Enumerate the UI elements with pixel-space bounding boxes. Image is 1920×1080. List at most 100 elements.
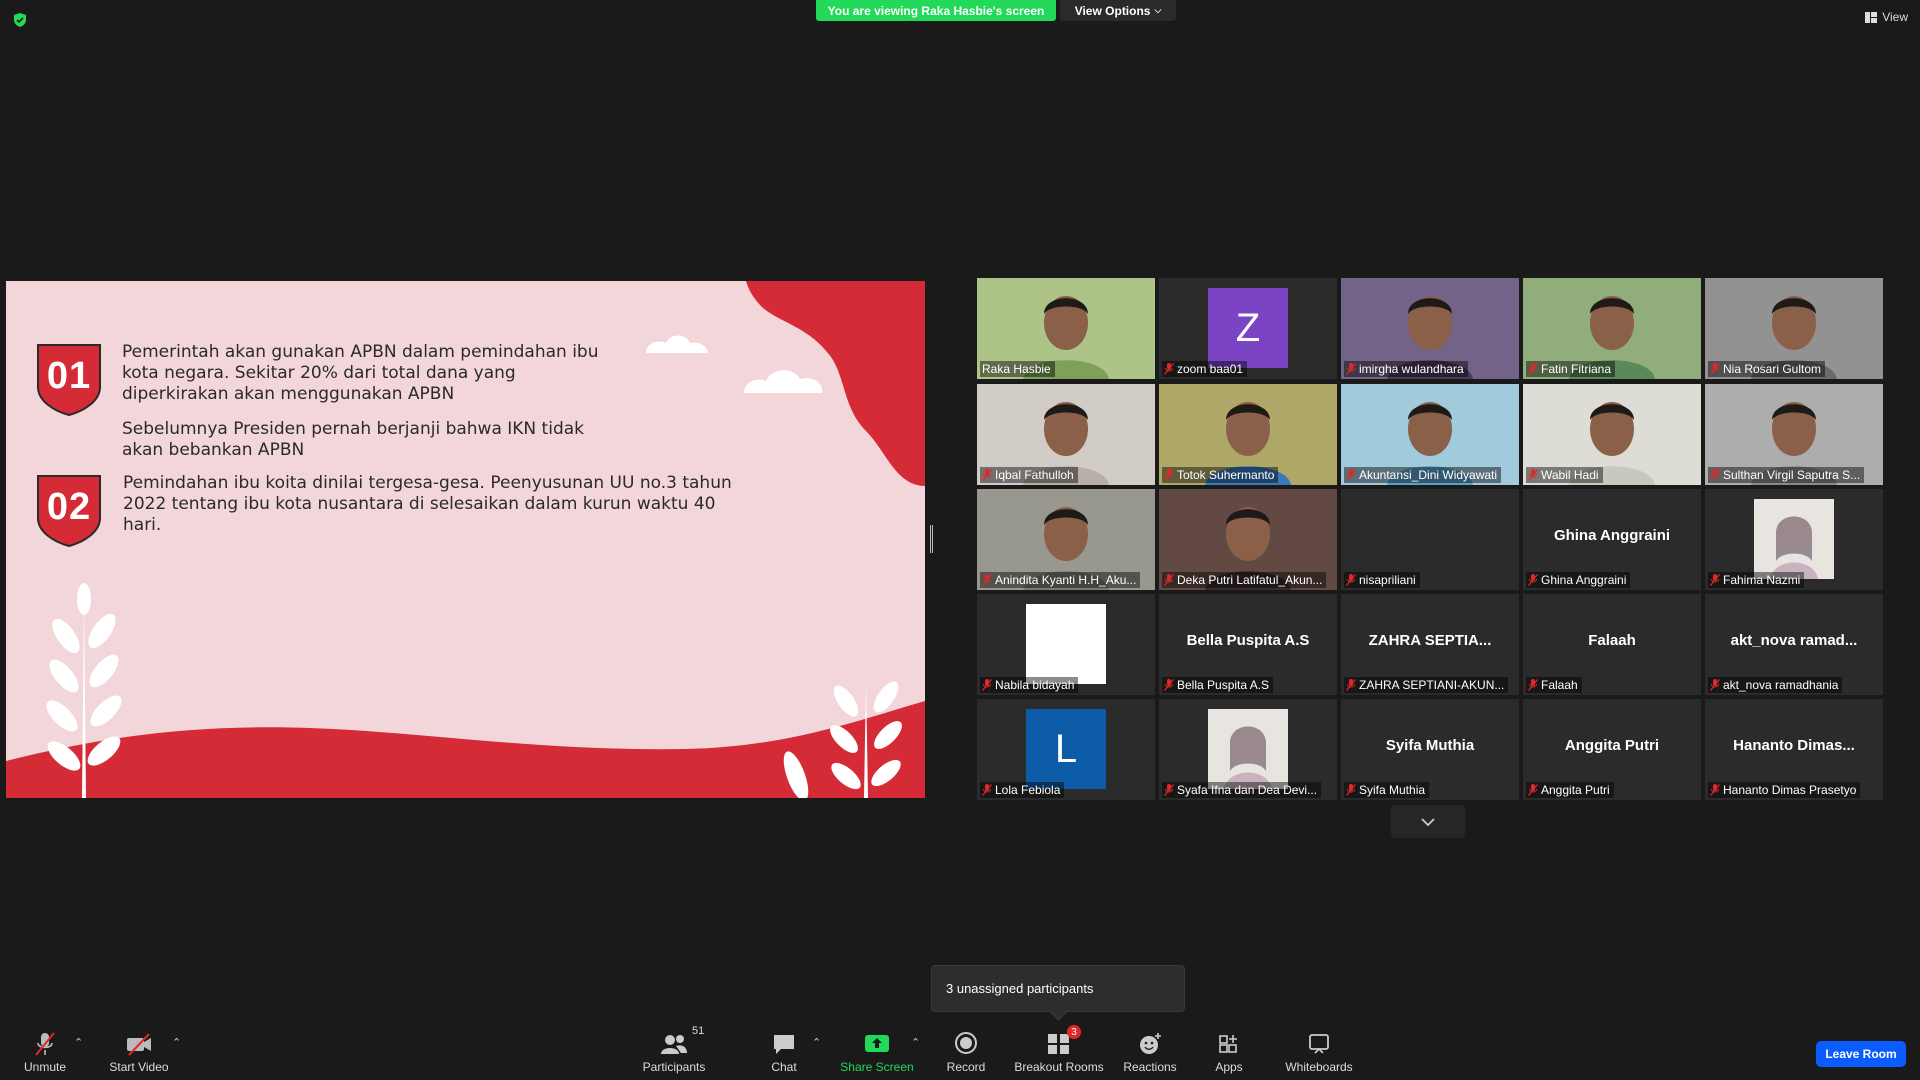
chat-bubble-icon <box>774 1035 794 1054</box>
participant-name-bar: nisapriliani <box>1344 572 1420 588</box>
participant-tile[interactable]: Wabil Hadi <box>1523 384 1701 485</box>
participant-tile[interactable]: nisapriliani <box>1341 489 1519 590</box>
participant-tile[interactable]: imirgha wulandhara <box>1341 278 1519 379</box>
share-screen-icon <box>865 1035 889 1052</box>
participant-tile[interactable]: ZAHRA SEPTIA... ZAHRA SEPTIANI-AKUN... <box>1341 594 1519 695</box>
participant-name: Sulthan Virgil Saputra S... <box>1723 468 1861 482</box>
participant-tile[interactable]: Sulthan Virgil Saputra S... <box>1705 384 1883 485</box>
view-options-label: View Options <box>1074 3 1151 18</box>
breakout-rooms-button[interactable]: 3 Breakout Rooms <box>1014 1024 1104 1080</box>
whiteboards-button[interactable]: Whiteboards <box>1282 1024 1356 1080</box>
apps-button[interactable]: Apps <box>1212 1024 1246 1080</box>
participant-tile[interactable]: Zzoom baa01 <box>1159 278 1337 379</box>
participant-name-bar: Sulthan Virgil Saputra S... <box>1708 467 1865 483</box>
participant-name-bar: Syafa Ifna dan Dea Devi... <box>1162 782 1322 798</box>
participant-tile[interactable]: Fatin Fitriana <box>1523 278 1701 379</box>
chat-label: Chat <box>771 1060 797 1074</box>
reactions-button[interactable]: Reactions <box>1122 1024 1178 1080</box>
chevron-down-icon: ⌵ <box>1154 5 1162 15</box>
muted-mic-icon <box>1710 679 1720 691</box>
participant-name-bar: akt_nova ramadhania <box>1708 677 1843 693</box>
participant-tile[interactable]: Nia Rosari Gultom <box>1705 278 1883 379</box>
reactions-label: Reactions <box>1123 1060 1177 1074</box>
participant-tile[interactable]: akt_nova ramad... akt_nova ramadhania <box>1705 594 1883 695</box>
participants-count: 51 <box>692 1025 705 1037</box>
participant-name: imirgha wulandhara <box>1359 362 1464 376</box>
participant-name-bar: Nabila bidayah <box>980 677 1079 693</box>
shared-screen-slide: 01 Pemerintah akan gunakan APBN dalam pe… <box>6 281 925 798</box>
view-options-dropdown[interactable]: View Options ⌵ <box>1060 0 1176 21</box>
apps-icon <box>1219 1035 1237 1053</box>
participant-name: Nia Rosari Gultom <box>1723 362 1822 376</box>
participant-name: Syifa Muthia <box>1359 783 1426 797</box>
share-options-caret-icon[interactable]: ⌃ <box>911 1036 920 1049</box>
participant-name: Fatin Fitriana <box>1541 362 1612 376</box>
participant-tile[interactable]: Nabila bidayah <box>977 594 1155 695</box>
muted-mic-icon <box>1710 574 1720 586</box>
unmute-label: Unmute <box>23 1060 67 1074</box>
slide-number-badge-02: 02 <box>36 472 102 548</box>
chat-button[interactable]: Chat <box>764 1024 804 1080</box>
breakout-rooms-icon-wrap: 3 <box>1045 1025 1081 1057</box>
participant-tile[interactable]: Falaah Falaah <box>1523 594 1701 695</box>
badge-number: 02 <box>46 486 92 528</box>
share-screen-label: Share Screen <box>840 1060 914 1074</box>
participant-tile[interactable]: Bella Puspita A.S Bella Puspita A.S <box>1159 594 1337 695</box>
participant-name-bar: Falaah <box>1526 677 1582 693</box>
participant-avatar <box>1754 499 1834 579</box>
participant-tile[interactable]: Raka Hasbie <box>977 278 1155 379</box>
apps-label: Apps <box>1215 1060 1243 1074</box>
participant-tile[interactable]: Totok Suhermanto <box>1159 384 1337 485</box>
participant-tile[interactable]: L Lola Febiola <box>977 699 1155 800</box>
grid-view-icon <box>1865 11 1878 23</box>
participant-tile[interactable]: Anindita Kyanti H.H_Aku... <box>977 489 1155 590</box>
participant-tile[interactable]: Akuntansi_Dini Widyawati <box>1341 384 1519 485</box>
participant-tile[interactable]: Syifa Muthia Syifa Muthia <box>1341 699 1519 800</box>
view-button[interactable]: View <box>1865 10 1908 24</box>
video-off-icon <box>127 1033 151 1056</box>
participant-name: ZAHRA SEPTIANI-AKUN... <box>1359 678 1505 692</box>
unassigned-participants-tooltip: 3 unassigned participants <box>931 965 1185 1012</box>
participant-avatar <box>1208 709 1288 789</box>
share-screen-button[interactable]: Share Screen <box>840 1024 914 1080</box>
participant-name: Akuntansi_Dini Widyawati <box>1359 468 1498 482</box>
muted-mic-icon <box>1528 469 1538 481</box>
participant-name: Bella Puspita A.S <box>1177 678 1270 692</box>
gallery-next-page-button[interactable] <box>1391 805 1465 838</box>
participant-tile[interactable]: Hananto Dimas... Hananto Dimas Prasetyo <box>1705 699 1883 800</box>
muted-mic-icon <box>1346 784 1356 796</box>
participant-display-name: Syifa Muthia <box>1385 737 1475 754</box>
split-view-resize-handle[interactable] <box>930 525 933 553</box>
audio-options-caret-icon[interactable]: ⌃ <box>74 1036 83 1049</box>
slide-point-1-subtext: Sebelumnya Presiden pernah berjanji bahw… <box>122 419 584 460</box>
meeting-toolbar: Unmute ⌃ Start Video ⌃ 51 Participants C… <box>0 1024 1920 1080</box>
participant-tile[interactable]: Fahima Nazmi <box>1705 489 1883 590</box>
breakout-count-badge: 3 <box>1067 1025 1081 1039</box>
muted-mic-icon <box>1528 679 1538 691</box>
smiley-plus-icon <box>1140 1033 1161 1054</box>
participant-tile[interactable]: Deka Putri Latifatul_Akun... <box>1159 489 1337 590</box>
participant-name: Deka Putri Latifatul_Akun... <box>1177 573 1323 587</box>
viewing-screen-banner: You are viewing Raka Hasbie's screen <box>816 0 1056 21</box>
participant-tile[interactable]: Syafa Ifna dan Dea Devi... <box>1159 699 1337 800</box>
participant-tile[interactable]: Ghina Anggraini Ghina Anggraini <box>1523 489 1701 590</box>
participant-tile[interactable]: Anggita Putri Anggita Putri <box>1523 699 1701 800</box>
unmute-button[interactable]: Unmute <box>20 1024 70 1080</box>
security-shield-icon[interactable] <box>12 12 28 28</box>
participant-tile[interactable]: Iqbal Fathulloh <box>977 384 1155 485</box>
leave-room-button[interactable]: Leave Room <box>1816 1041 1906 1067</box>
participant-name-bar: Nia Rosari Gultom <box>1708 361 1826 377</box>
participant-name-bar: Wabil Hadi <box>1526 467 1603 483</box>
participant-name-bar: zoom baa01 <box>1162 361 1248 377</box>
participant-display-name: Bella Puspita A.S <box>1186 632 1310 649</box>
participants-button[interactable]: 51 Participants <box>642 1024 706 1080</box>
start-video-button[interactable]: Start Video <box>107 1024 171 1080</box>
video-options-caret-icon[interactable]: ⌃ <box>172 1036 181 1049</box>
muted-mic-icon <box>1346 363 1356 375</box>
participant-name: Totok Suhermanto <box>1177 468 1275 482</box>
chat-options-caret-icon[interactable]: ⌃ <box>812 1036 821 1049</box>
participant-display-name: Anggita Putri <box>1564 737 1660 754</box>
record-button[interactable]: Record <box>946 1024 986 1080</box>
muted-mic-icon <box>1528 574 1538 586</box>
muted-mic-icon <box>1710 363 1720 375</box>
